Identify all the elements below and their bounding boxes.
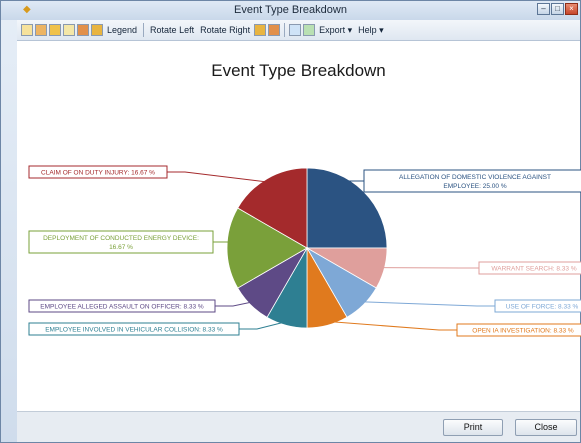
slice-label: OPEN IA INVESTIGATION: 8.33 % — [472, 328, 574, 335]
pie-chart-icon[interactable] — [268, 24, 281, 36]
leader-line — [167, 171, 270, 183]
chart-area: Event Type Breakdown ALLEGATION OF DOMES… — [17, 41, 581, 412]
minimize-button[interactable]: – — [537, 3, 550, 15]
bar-chart-icon[interactable] — [254, 24, 267, 36]
title-bar[interactable]: ◆ Event Type Breakdown – □ × — [1, 1, 580, 20]
save-icon[interactable] — [35, 24, 47, 36]
leader-line — [360, 301, 495, 307]
export-icon — [303, 24, 316, 36]
legend-button[interactable]: Legend — [105, 25, 139, 35]
print-preview-icon[interactable] — [63, 24, 75, 36]
toolbar: Legend Rotate Left Rotate Right Export ▾… — [17, 20, 580, 41]
window-controls: – □ × — [537, 3, 578, 15]
chart-type-icon[interactable] — [77, 24, 89, 36]
dialog-footer: Print Close — [17, 411, 580, 442]
palette-icon[interactable] — [91, 24, 103, 36]
print-button[interactable]: Print — [443, 419, 503, 436]
rotate-right-button[interactable]: Rotate Right — [198, 25, 252, 35]
leader-line — [326, 320, 457, 331]
slice-label: WARRANT SEARCH: 8.33 % — [491, 266, 576, 273]
pie-chart: ALLEGATION OF DOMESTIC VIOLENCE AGAINST E… — [28, 165, 581, 337]
window-title: Event Type Breakdown — [234, 4, 347, 16]
export-menu[interactable]: Export ▾ — [317, 25, 354, 36]
close-window-button[interactable]: × — [565, 3, 578, 15]
slice-label: EMPLOYEE ALLEGED ASSAULT ON OFFICER: 8.3… — [40, 304, 204, 311]
slice-label: EMPLOYEE INVOLVED IN VEHICULAR COLLISION… — [45, 327, 223, 334]
rotate-left-button[interactable]: Rotate Left — [148, 25, 196, 35]
slice-label: CLAIM OF ON DUTY INJURY: 16.67 % — [41, 170, 155, 177]
toolbar-separator — [284, 23, 286, 37]
leader-line — [215, 301, 254, 307]
slice-label: USE OF FORCE: 8.33 % — [506, 304, 579, 311]
copy-icon[interactable] — [21, 24, 33, 36]
close-button[interactable]: Close — [515, 419, 577, 436]
maximize-button[interactable]: □ — [551, 3, 564, 15]
zoom-icon[interactable] — [289, 24, 302, 36]
print-icon[interactable] — [49, 24, 61, 36]
toolbar-separator — [143, 23, 145, 37]
chart-window: ◆ Event Type Breakdown – □ × Legend Rota… — [0, 0, 581, 443]
help-menu[interactable]: Help ▾ — [356, 25, 386, 36]
